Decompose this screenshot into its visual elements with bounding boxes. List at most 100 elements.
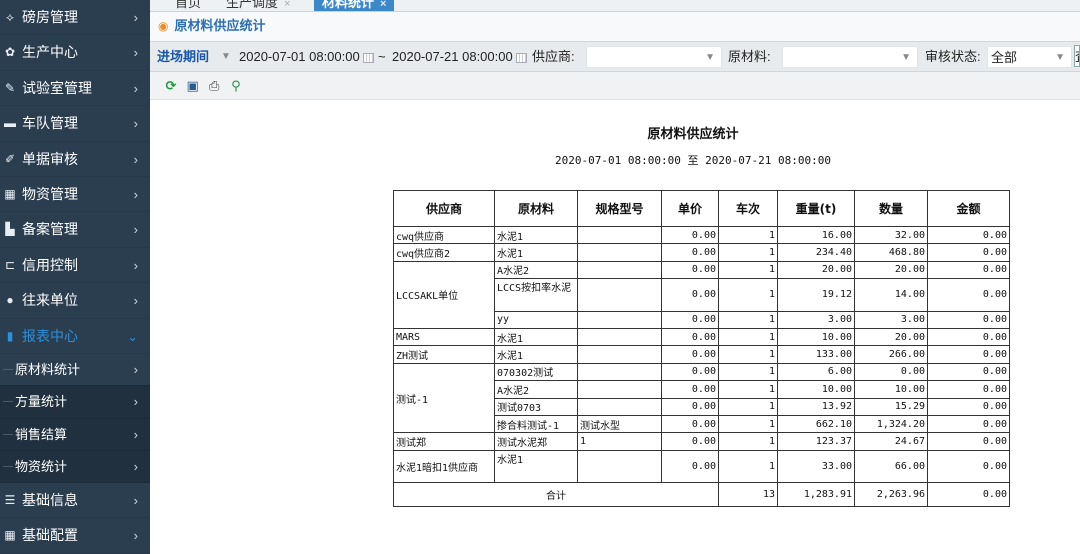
- page-title: 原材料供应统计: [174, 18, 266, 33]
- chevron-right-icon: ›: [133, 116, 138, 132]
- user-icon: ●: [6, 293, 14, 308]
- print-icon[interactable]: ⎙: [205, 72, 223, 100]
- qty-cell: 10.00: [854, 380, 928, 399]
- sidebar-subitem[interactable]: — 原材料统计 ›: [0, 353, 150, 387]
- date-range-label[interactable]: 进场期间: [157, 42, 209, 72]
- zoom-icon[interactable]: ⚲: [227, 72, 245, 100]
- table-row: LCCSAKL单位 A水泥2 0.00 1 20.00 20.00 0.00: [393, 260, 1010, 329]
- column-header: 供应商: [393, 190, 495, 227]
- range-separator: ~: [378, 49, 386, 64]
- amount-cell: 0.00: [927, 310, 1010, 329]
- material-select[interactable]: ▼: [782, 46, 918, 68]
- qty-cell: 0.00: [854, 362, 928, 382]
- chevron-right-icon: ›: [133, 493, 138, 509]
- spec-cell: [577, 278, 662, 312]
- chevron-down-icon: ⌄: [127, 328, 138, 344]
- trips-cell: 1: [718, 243, 778, 262]
- sidebar-item-truck[interactable]: ▬ 车队管理 ›: [0, 106, 150, 142]
- tab-home[interactable]: 首页: [167, 0, 209, 11]
- sidebar-item-file[interactable]: ▙ 备案管理 ›: [0, 212, 150, 248]
- amount-cell: 0.00: [927, 345, 1010, 364]
- sidebar-subitem[interactable]: — 销售结算 ›: [0, 418, 150, 451]
- weight-cell: 13.92: [777, 397, 855, 416]
- price-cell: 0.00: [661, 414, 719, 434]
- sidebar-item-credit[interactable]: ⊏ 信用控制 ›: [0, 248, 150, 284]
- tab-bar: 首页 生产调度 × 材料统计 ×: [150, 0, 1080, 12]
- qty-cell: 3.00: [854, 310, 928, 329]
- rss-icon: ◉: [158, 19, 169, 33]
- price-cell: 0.00: [661, 345, 719, 364]
- sidebar-item-user[interactable]: ● 往来单位 ›: [0, 283, 150, 319]
- spec-cell: [577, 225, 662, 245]
- tab-production-dispatch[interactable]: 生产调度 ×: [218, 0, 298, 11]
- sidebar-item-scale[interactable]: ⟡ 磅房管理 ›: [0, 0, 150, 36]
- weight-cell: 6.00: [777, 362, 855, 382]
- dash-icon: —: [3, 460, 13, 472]
- sidebar-item-gear[interactable]: ✿ 生产中心 ›: [0, 35, 150, 71]
- filter-bar: 进场期间 ▼ 2020-07-01 08:00:00 ~ 2020-07-21 …: [150, 42, 1080, 72]
- qty-cell: 14.00: [854, 278, 928, 312]
- supplier-cell: LCCSAKL单位: [393, 260, 495, 329]
- chevron-right-icon: ›: [133, 394, 138, 410]
- sidebar-item-bar-chart[interactable]: ▮ 报表中心 ⌄: [0, 319, 150, 354]
- weight-cell: 662.10: [777, 414, 855, 434]
- weight-cell: 3.00: [777, 310, 855, 329]
- tab-material-stats[interactable]: 材料统计 ×: [314, 0, 395, 11]
- save-icon[interactable]: ▣: [184, 72, 202, 100]
- chevron-right-icon: ›: [133, 222, 138, 238]
- sidebar-subitem[interactable]: — 物资统计 ›: [0, 450, 150, 484]
- sidebar-item-label: 报表中心: [22, 327, 78, 344]
- price-cell: 0.00: [661, 225, 719, 245]
- close-icon[interactable]: ×: [380, 0, 386, 10]
- material-cell: yy: [494, 310, 578, 329]
- chevron-right-icon: ›: [133, 528, 138, 544]
- table-row: 测试郑 测试水泥郑 1 0.00 1 123.37 24.67 0.00: [393, 432, 1010, 451]
- sidebar-item-flask[interactable]: ✎ 试验室管理 ›: [0, 71, 150, 107]
- amount-cell: 0.00: [927, 260, 1010, 280]
- calendar-icon[interactable]: [515, 52, 527, 63]
- end-date-field[interactable]: 2020-07-21 08:00:00: [392, 42, 527, 72]
- trips-cell: 1: [718, 225, 778, 245]
- sidebar-item-label: 单据审核: [22, 150, 78, 167]
- trips-cell: 1: [718, 278, 778, 312]
- credit-icon: ⊏: [4, 257, 16, 272]
- report-date-range: 2020-07-01 08:00:00 至 2020-07-21 08:00:0…: [555, 154, 831, 167]
- price-cell: 0.00: [661, 397, 719, 416]
- supplier-cell: ZH测试: [393, 345, 495, 364]
- query-button[interactable]: 査: [1074, 45, 1080, 67]
- sidebar-subitem[interactable]: — 方量统计 ›: [0, 386, 150, 419]
- flask-icon: ✎: [4, 80, 16, 95]
- material-cell: 测试0703: [494, 397, 578, 416]
- sidebar: ⟡ 磅房管理 › ✿ 生产中心 › ✎ 试验室管理 › ▬ 车队管理 › ✐ 单据审核 › ▦ 物资管理 › ▙ 备案…: [0, 0, 150, 554]
- sidebar-item-edit[interactable]: ✐ 单据审核 ›: [0, 142, 150, 177]
- sidebar-item-grid[interactable]: ▦ 基础配置 ›: [0, 518, 150, 554]
- list-icon: ☰: [4, 493, 16, 508]
- qty-cell: 24.67: [854, 432, 928, 451]
- supplier-select[interactable]: ▼: [586, 46, 722, 68]
- trips-cell: 1: [718, 362, 778, 382]
- trips-cell: 1: [718, 397, 778, 416]
- chevron-right-icon: ›: [133, 458, 138, 474]
- column-header: 金额: [927, 190, 1010, 227]
- sidebar-subitem-label: 方量统计: [15, 394, 68, 410]
- start-date-field[interactable]: 2020-07-01 08:00:00: [239, 42, 374, 72]
- audit-status-select[interactable]: 全部 ▼: [987, 46, 1072, 68]
- amount-cell: 0.00: [927, 449, 1010, 484]
- sidebar-item-label: 磅房管理: [22, 9, 78, 25]
- weight-cell: 19.12: [777, 278, 855, 312]
- sidebar-item-list[interactable]: ☰ 基础信息 ›: [0, 483, 150, 519]
- refresh-icon[interactable]: ⟳: [162, 72, 180, 100]
- chevron-right-icon: ›: [133, 257, 138, 273]
- total-trips-cell: 13: [718, 482, 778, 508]
- supplier-cell: 水泥1暗扣1供应商: [393, 449, 495, 484]
- close-icon[interactable]: ×: [284, 0, 290, 10]
- chevron-right-icon: ›: [133, 293, 138, 309]
- column-header: 重量(t): [777, 190, 855, 227]
- amount-cell: 0.00: [927, 243, 1010, 262]
- material-label: 原材料:: [728, 49, 771, 64]
- sidebar-item-grid[interactable]: ▦ 物资管理 ›: [0, 177, 150, 213]
- spec-cell: [577, 243, 662, 262]
- supplier-cell: cwq供应商2: [393, 243, 495, 262]
- calendar-icon[interactable]: [362, 52, 374, 63]
- chevron-down-icon[interactable]: ▼: [221, 42, 231, 72]
